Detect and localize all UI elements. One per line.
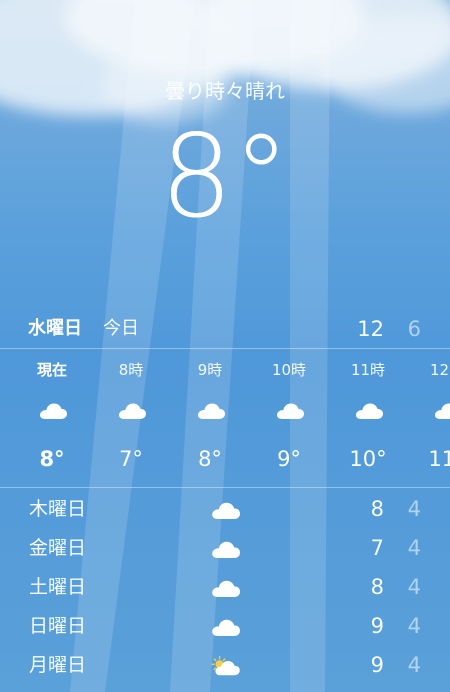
hourly-forecast-scroll[interactable]: 現在 8° 8時 7° 9時 8° 10時 9° 11時 10° 12 11 <box>0 350 450 486</box>
daily-weekday: 金曜日 <box>29 537 87 559</box>
daily-forecast-list: 木曜日 8 4 金曜日 7 4 土曜日 8 4 日曜日 9 4 月曜日 9 4 <box>0 490 450 692</box>
hourly-time: 8時 <box>118 361 144 379</box>
hourly-temperature: 8° <box>198 447 222 471</box>
daily-low-temperature: 4 <box>407 497 421 521</box>
today-low-temperature: 6 <box>407 317 421 341</box>
hourly-temperature: 9° <box>277 447 301 471</box>
daily-high-temperature: 8 <box>370 497 384 521</box>
cloud-icon <box>356 403 383 419</box>
hourly-time: 12時 <box>429 361 450 379</box>
location-name-blurred <box>75 28 375 62</box>
hourly-time: 現在 <box>36 361 67 379</box>
daily-row: 土曜日 8 4 <box>0 568 450 606</box>
daily-row: 金曜日 7 4 <box>0 529 450 567</box>
daily-high-temperature: 9 <box>370 614 384 638</box>
hourly-temperature: 7° <box>119 447 143 471</box>
daily-low-temperature: 4 <box>407 614 421 638</box>
today-label: 今日 <box>103 318 139 339</box>
daily-low-temperature: 4 <box>407 653 421 677</box>
cloud-icon <box>212 619 240 636</box>
hourly-time: 9時 <box>197 361 223 379</box>
daily-high-temperature: 8 <box>370 575 384 599</box>
daily-weekday: 土曜日 <box>29 576 87 598</box>
hourly-temperature: 11° <box>428 447 450 471</box>
daily-low-temperature: 4 <box>407 575 421 599</box>
hourly-time: 11時 <box>350 361 386 379</box>
cloud-icon <box>277 403 304 419</box>
current-temperature: 8° <box>160 110 290 243</box>
hourly-top-divider <box>0 348 450 349</box>
today-weekday: 水曜日 <box>28 318 82 339</box>
partly-sunny-icon <box>211 656 240 676</box>
today-summary: 水曜日 今日 12 6 <box>0 312 450 346</box>
cloud-icon <box>212 580 240 597</box>
daily-weekday: 日曜日 <box>29 615 87 637</box>
hourly-item: 11時 10° <box>328 350 408 486</box>
hourly-item: 10時 9° <box>249 350 329 486</box>
daily-row: 日曜日 9 4 <box>0 607 450 645</box>
daily-weekday: 月曜日 <box>29 654 87 676</box>
weather-condition: 曇り時々晴れ <box>165 79 285 103</box>
hourly-item-now: 現在 8° <box>12 350 92 486</box>
weather-screen: 曇り時々晴れ 8° 水曜日 今日 12 6 現在 8° 8時 7° 9時 8° … <box>0 0 450 692</box>
hourly-bottom-divider <box>0 487 450 488</box>
daily-row: 月曜日 9 4 <box>0 646 450 684</box>
cloud-icon <box>212 502 240 519</box>
hourly-item-partial: 12時 11° <box>407 350 450 486</box>
cloud-icon <box>212 541 240 558</box>
daily-high-temperature: 7 <box>370 536 384 560</box>
hourly-temperature: 10° <box>349 447 387 471</box>
cloud-icon <box>40 403 67 419</box>
hourly-item: 9時 8° <box>170 350 250 486</box>
cloud-icon <box>119 403 146 419</box>
daily-high-temperature: 9 <box>370 653 384 677</box>
today-high-temperature: 12 <box>357 317 384 341</box>
daily-low-temperature: 4 <box>407 536 421 560</box>
cloud-icon <box>198 403 225 419</box>
daily-weekday: 木曜日 <box>29 498 87 520</box>
hourly-temperature: 8° <box>39 447 65 471</box>
cloud-icon <box>435 403 450 419</box>
daily-row: 木曜日 8 4 <box>0 490 450 528</box>
hourly-time: 10時 <box>271 361 307 379</box>
hourly-item: 8時 7° <box>91 350 171 486</box>
